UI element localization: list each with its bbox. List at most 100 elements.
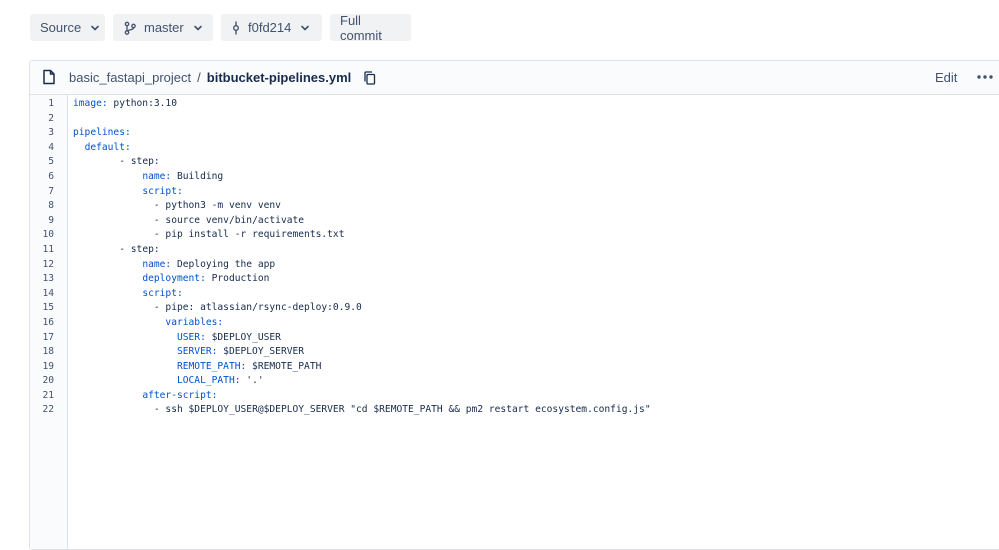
code-lines: 1 image: python:3.10 2 3 pipelines: 4 default… [30, 95, 999, 418]
full-commit-button[interactable]: Full commit [330, 12, 411, 43]
line-code: name: Building [142, 170, 224, 182]
full-commit-label: Full commit [340, 12, 382, 43]
code-line: 6 name: Building [30, 170, 999, 185]
breadcrumb-separator: / [197, 70, 201, 85]
branch-icon [123, 21, 137, 35]
yaml-key: variables: [165, 316, 224, 328]
code-line: 19 REMOTE_PATH: $REMOTE_PATH [30, 360, 999, 375]
code-line: 3 pipelines: [30, 126, 999, 141]
file-panel: basic_fastapi_project / bitbucket-pipeli… [29, 60, 999, 550]
line-number: 13 [42, 273, 54, 285]
line-number: 16 [42, 316, 54, 328]
line-number: 11 [42, 243, 54, 255]
copy-icon[interactable] [363, 70, 376, 85]
code-line: 8 - python3 -m venv venv [30, 199, 999, 214]
code-line: 15 - pipe: atlassian/rsync-deploy:0.9.0 [30, 301, 999, 316]
toolbar: Source master f0fd214 Full commit [30, 12, 411, 43]
yaml-key: USER: [176, 331, 206, 343]
line-code: pipelines: [73, 126, 131, 141]
line-number: 20 [42, 375, 54, 387]
line-code: name: Deploying the app [142, 258, 276, 270]
yaml-key: image: [73, 98, 108, 109]
chevron-down-icon [90, 23, 100, 33]
yaml-key: name: [142, 170, 172, 182]
code-line: 5 - step: [30, 155, 999, 170]
line-number: 3 [48, 127, 54, 139]
commit-dropdown-button[interactable]: f0fd214 [221, 14, 322, 41]
yaml-key: LOCAL_PATH: [176, 375, 241, 387]
yaml-key: script: [142, 287, 183, 299]
line-code: image: python:3.10 [73, 98, 177, 109]
yaml-key: name: [142, 258, 172, 270]
line-number: 8 [48, 200, 54, 212]
yaml-key: script: [142, 185, 183, 197]
yaml-key: after-script: [142, 389, 218, 401]
code-line: 13 deployment: Production [30, 272, 999, 287]
line-number: 7 [48, 185, 54, 197]
code-line: 21 after-script: [30, 389, 999, 404]
line-code: script: [73, 287, 183, 302]
line-code: - step: [119, 243, 160, 255]
yaml-key: REMOTE_PATH: [176, 360, 247, 372]
line-number: 2 [48, 112, 54, 124]
line-code: - pipe: atlassian/rsync-deploy:0.9.0 [153, 302, 362, 314]
yaml-key: SERVER: [176, 346, 218, 358]
line-code: after-script: [73, 389, 217, 404]
line-code: default: [73, 141, 131, 156]
code-viewer: 1 image: python:3.10 2 3 pipelines: 4 default… [30, 95, 999, 549]
code-line: 1 image: python:3.10 [30, 97, 999, 112]
chevron-down-icon [300, 23, 310, 33]
line-number: 21 [42, 389, 54, 401]
line-number: 4 [48, 141, 54, 153]
line-code: - step: [119, 156, 160, 168]
code-line: 7 script: [30, 185, 999, 200]
line-number: 22 [42, 404, 54, 416]
line-code: variables: [73, 316, 223, 331]
code-line: 16 variables: [30, 316, 999, 331]
chevron-down-icon [193, 23, 203, 33]
line-number: 17 [42, 331, 54, 343]
breadcrumb-filename: bitbucket-pipelines.yml [206, 70, 352, 85]
line-code: LOCAL_PATH: '.' [176, 375, 264, 387]
line-code: - pip install -r requirements.txt [153, 229, 345, 241]
line-code: SERVER: $DEPLOY_SERVER [176, 346, 305, 358]
line-number: 12 [42, 258, 54, 270]
line-number: 9 [48, 214, 54, 226]
file-header: basic_fastapi_project / bitbucket-pipeli… [30, 61, 999, 95]
code-line: 17 USER: $DEPLOY_USER [30, 331, 999, 346]
line-number: 15 [42, 302, 54, 314]
line-number: 10 [42, 229, 54, 241]
file-icon [42, 69, 56, 85]
code-line: 18 SERVER: $DEPLOY_SERVER [30, 345, 999, 360]
line-code: script: [73, 185, 183, 200]
code-line: 22 - ssh $DEPLOY_USER@$DEPLOY_SERVER "cd… [30, 403, 999, 418]
line-code: deployment: Production [142, 273, 270, 285]
branch-label: master [144, 20, 184, 35]
line-number: 19 [42, 360, 54, 372]
yaml-key: pipelines: [73, 127, 131, 139]
line-number: 18 [42, 346, 54, 358]
code-line: 4 default: [30, 141, 999, 156]
branch-dropdown-button[interactable]: master [113, 14, 213, 41]
line-number: 5 [48, 156, 54, 168]
yaml-key: default: [84, 141, 131, 153]
line-number: 1 [48, 98, 54, 109]
code-line: 12 name: Deploying the app [30, 258, 999, 273]
edit-button[interactable]: Edit [935, 70, 957, 85]
breadcrumb-project[interactable]: basic_fastapi_project [69, 70, 191, 85]
source-dropdown-button[interactable]: Source [30, 14, 105, 41]
breadcrumb: basic_fastapi_project / bitbucket-pipeli… [69, 70, 376, 85]
code-line: 20 LOCAL_PATH: '.' [30, 374, 999, 389]
line-code: - source venv/bin/activate [153, 214, 305, 226]
line-code: REMOTE_PATH: $REMOTE_PATH [176, 360, 322, 372]
source-label: Source [40, 20, 82, 35]
line-number: 6 [48, 170, 54, 182]
code-line: 10 - pip install -r requirements.txt [30, 228, 999, 243]
yaml-key: deployment: [142, 273, 206, 285]
code-line: 11 - step: [30, 243, 999, 258]
commit-icon [231, 21, 241, 35]
code-line: 14 script: [30, 287, 999, 302]
commit-label: f0fd214 [248, 20, 292, 35]
more-icon[interactable] [976, 68, 994, 86]
code-line: 2 [30, 112, 999, 127]
